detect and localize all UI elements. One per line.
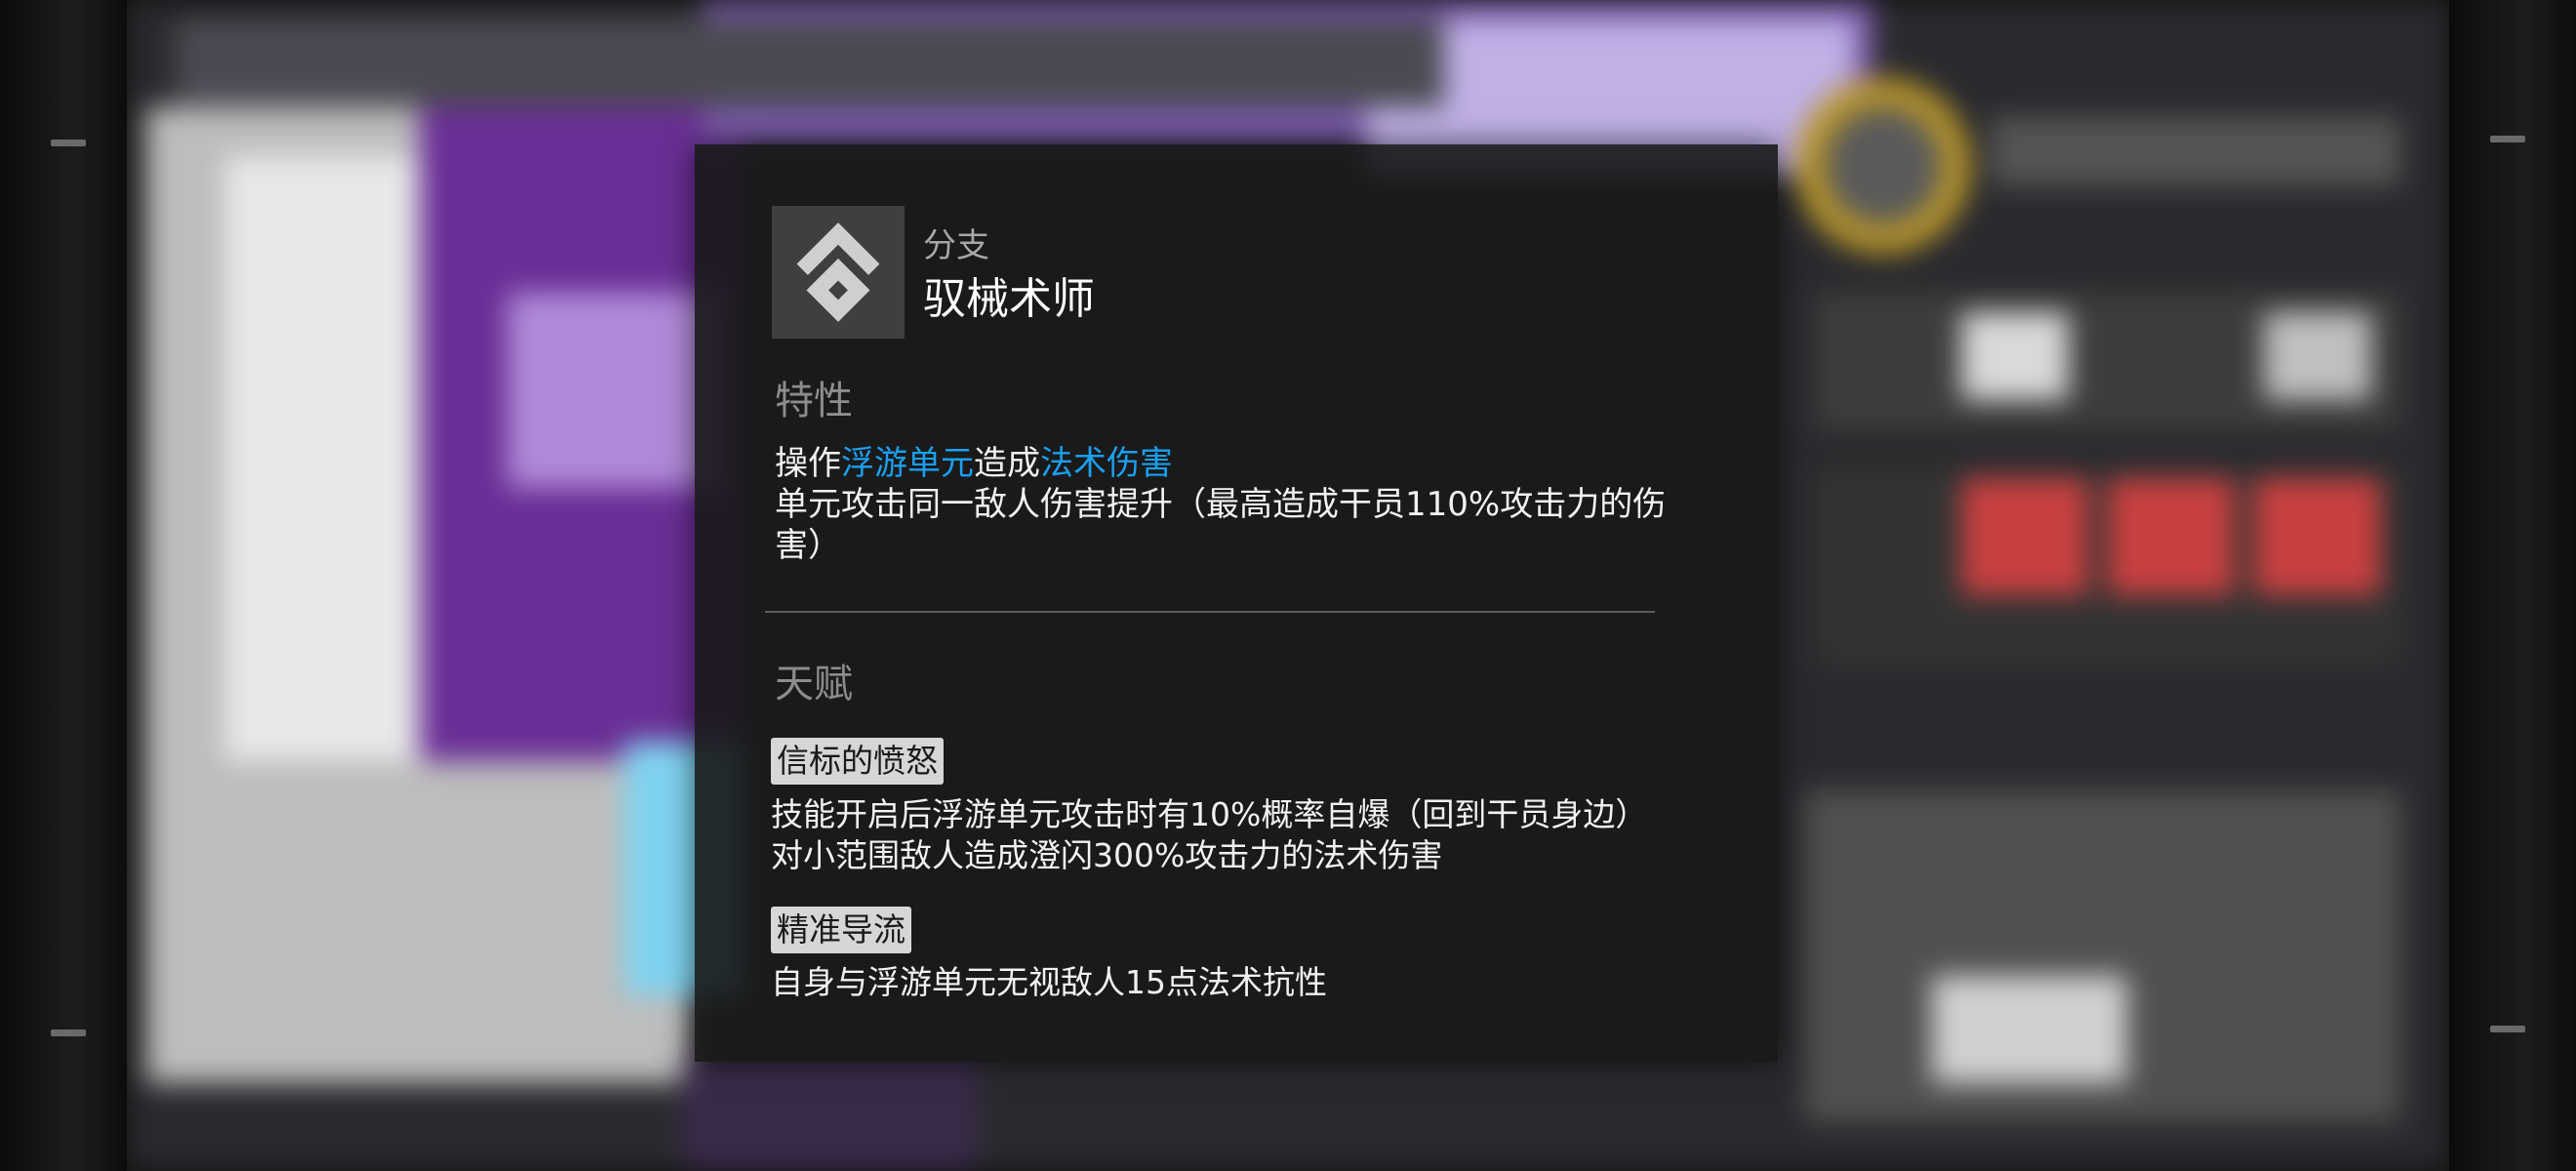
bezel-notch: [51, 140, 86, 146]
trait-section-title: 特性: [775, 379, 853, 424]
trait-text: 操作: [775, 444, 841, 483]
branch-name: 驭械术师: [923, 274, 1095, 324]
diamond-emblem-icon: [796, 222, 880, 322]
talent-description: 自身与浮游单元无视敌人15点法术抗性: [771, 962, 1756, 1003]
talent-name-tag: 信标的愤怒: [771, 738, 944, 785]
talent-desc-line: 自身与浮游单元无视敌人15点法术抗性: [771, 963, 1327, 1001]
right-bezel: [2449, 0, 2576, 1171]
bezel-notch: [2490, 1026, 2525, 1032]
trait-keyword-drone: 浮游单元: [841, 444, 974, 483]
bezel-notch: [51, 1030, 86, 1036]
trait-line-2: 单元攻击同一敌人伤害提升（最高造成干员110%攻击力的伤害）: [775, 485, 1667, 565]
talent-desc-line: 对小范围敌人造成澄闪300%攻击力的法术伤害: [771, 836, 1443, 874]
talent-description: 技能开启后浮游单元攻击时有10%概率自爆（回到干员身边） 对小范围敌人造成澄闪3…: [771, 794, 1756, 876]
section-divider: [765, 611, 1655, 613]
talent-desc-line: 技能开启后浮游单元攻击时有10%概率自爆（回到干员身边）: [771, 795, 1648, 833]
talent-section-title: 天赋: [775, 662, 853, 707]
trait-keyword-arts-damage: 法术伤害: [1040, 444, 1173, 483]
talent-name-tag: 精准导流: [771, 907, 911, 953]
trait-text: 造成: [974, 444, 1040, 483]
left-bezel: [0, 0, 127, 1171]
trait-description: 操作浮游单元造成法术伤害 单元攻击同一敌人伤害提升（最高造成干员110%攻击力的…: [775, 443, 1711, 566]
branch-info-panel: 分支 驭械术师 特性 操作浮游单元造成法术伤害 单元攻击同一敌人伤害提升（最高造…: [695, 144, 1778, 1062]
game-screen: 分支 驭械术师 特性 操作浮游单元造成法术伤害 单元攻击同一敌人伤害提升（最高造…: [0, 0, 2576, 1171]
bezel-notch: [2490, 136, 2525, 142]
branch-caption: 分支: [923, 226, 989, 265]
trait-line-1: 操作浮游单元造成法术伤害: [775, 443, 1711, 484]
mechaccord-branch-icon: [772, 206, 905, 339]
